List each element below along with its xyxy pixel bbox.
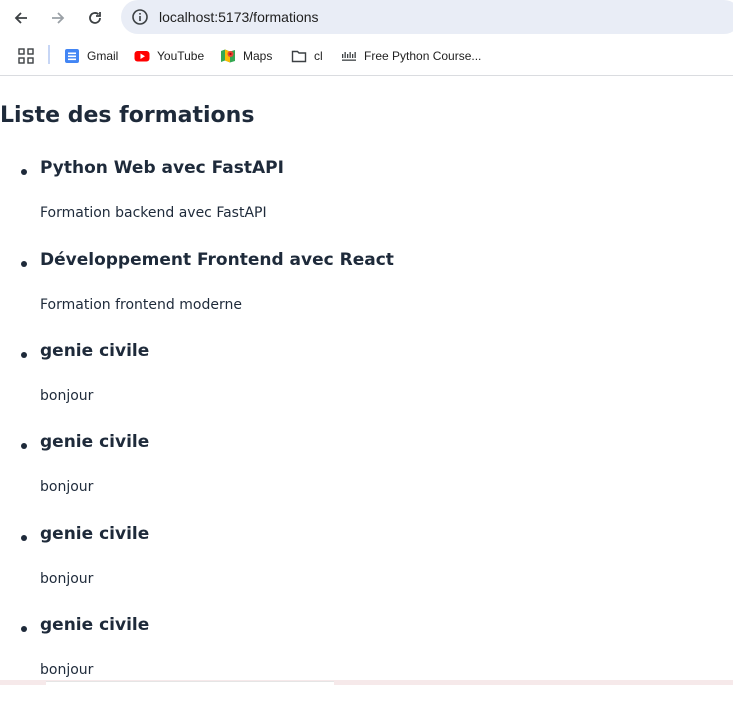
folder-icon bbox=[291, 50, 307, 63]
bookmark-youtube[interactable]: YouTube bbox=[134, 46, 204, 66]
formation-description: bonjour bbox=[40, 479, 94, 495]
formation-title: Développement Frontend avec React bbox=[40, 250, 394, 270]
reload-icon bbox=[89, 12, 101, 24]
page-title: Liste des formations bbox=[0, 103, 255, 128]
arrow-left-icon bbox=[14, 12, 27, 24]
bottom-panel-edge bbox=[46, 681, 334, 686]
formation-description: bonjour bbox=[40, 388, 94, 404]
bookmark-python-course[interactable]: Free Python Course... bbox=[341, 46, 481, 66]
formation-description: Formation backend avec FastAPI bbox=[40, 205, 267, 221]
formation-item: Python Web avec FastAPI Formation backen… bbox=[0, 156, 733, 248]
formation-item: genie civile bonjour bbox=[0, 613, 733, 705]
reload-button[interactable] bbox=[82, 5, 108, 31]
bookmarks-bar: Gmail YouTube Maps cl Free Python Course… bbox=[0, 38, 733, 74]
bookmark-maps[interactable]: Maps bbox=[220, 46, 272, 66]
list-bullet bbox=[21, 535, 27, 541]
formation-description: bonjour bbox=[40, 571, 94, 587]
list-bullet bbox=[21, 626, 27, 632]
formation-title: genie civile bbox=[40, 524, 150, 544]
list-bullet bbox=[21, 261, 27, 267]
page-content: Liste des formations Python Web avec Fas… bbox=[0, 76, 733, 685]
formation-title: genie civile bbox=[40, 432, 150, 452]
formation-title: genie civile bbox=[40, 615, 150, 635]
arrow-right-icon bbox=[52, 12, 65, 24]
bookmark-label: Gmail bbox=[87, 49, 119, 63]
formation-title: genie civile bbox=[40, 341, 150, 361]
formation-description: Formation frontend moderne bbox=[40, 297, 242, 313]
list-bullet bbox=[21, 169, 27, 175]
bookmark-folder-cl[interactable]: cl bbox=[291, 46, 323, 66]
browser-toolbar: localhost:5173/formations bbox=[0, 0, 733, 36]
formation-description: bonjour bbox=[40, 662, 94, 678]
url-text[interactable]: localhost:5173/formations bbox=[159, 8, 319, 26]
back-button[interactable] bbox=[8, 5, 34, 31]
gmail-icon bbox=[65, 49, 79, 63]
maps-icon bbox=[221, 49, 235, 63]
address-bar[interactable]: localhost:5173/formations bbox=[121, 0, 733, 34]
bookmark-label: Free Python Course... bbox=[364, 49, 482, 63]
bookmark-gmail[interactable]: Gmail bbox=[64, 46, 118, 66]
info-icon[interactable] bbox=[131, 8, 149, 26]
bookmark-label: YouTube bbox=[157, 49, 205, 63]
formation-item: genie civile bonjour bbox=[0, 430, 733, 522]
forward-button[interactable] bbox=[45, 5, 71, 31]
list-bullet bbox=[21, 443, 27, 449]
youtube-icon bbox=[134, 51, 150, 62]
bookmarks-separator bbox=[48, 45, 50, 64]
apps-grid-icon bbox=[18, 48, 34, 64]
formation-item: genie civile bonjour bbox=[0, 522, 733, 614]
bookmark-label: cl bbox=[314, 49, 323, 63]
formation-item: Développement Frontend avec React Format… bbox=[0, 248, 733, 340]
formation-item: genie civile bonjour bbox=[0, 339, 733, 431]
list-bullet bbox=[21, 352, 27, 358]
bookmark-label: Maps bbox=[243, 49, 273, 63]
formation-title: Python Web avec FastAPI bbox=[40, 158, 284, 178]
apps-button[interactable] bbox=[18, 46, 34, 66]
cisco-icon bbox=[342, 52, 356, 61]
